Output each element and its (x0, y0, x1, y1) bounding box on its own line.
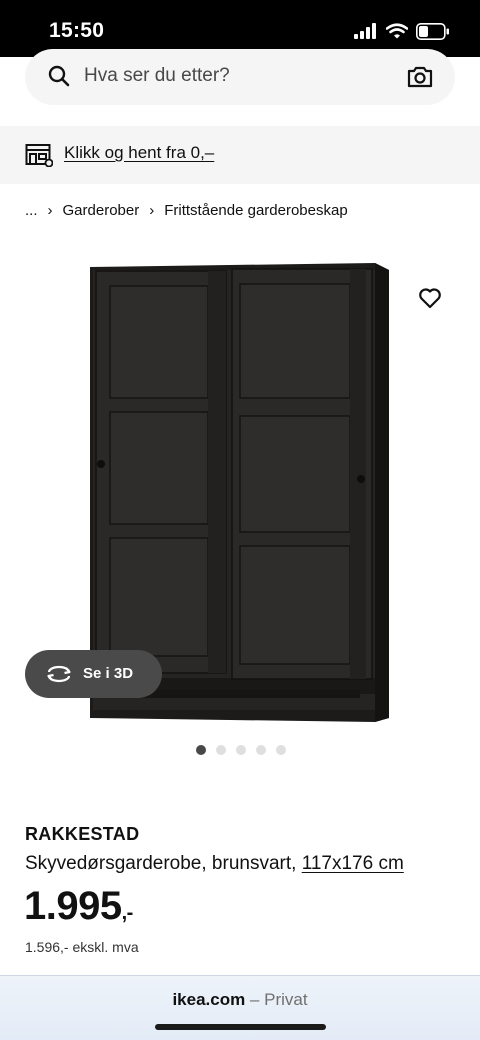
status-icons (354, 22, 450, 40)
search-input[interactable]: Hva ser du etter? (25, 49, 455, 105)
price-excl-vat: 1.596,- ekskl. mva (25, 939, 139, 955)
heart-icon[interactable] (418, 287, 442, 309)
image-carousel-indicator (196, 745, 286, 755)
breadcrumb-ellipsis[interactable]: ... (25, 202, 38, 219)
search-placeholder: Hva ser du etter? (84, 65, 230, 86)
product-name: RAKKESTAD (25, 824, 140, 844)
product-price: 1.995,- (24, 884, 133, 929)
browser-address-bar[interactable]: ikea.com – Privat (0, 975, 480, 1040)
status-time: 15:50 (49, 19, 105, 42)
carousel-dot[interactable] (276, 745, 286, 755)
breadcrumb: ... › Garderober › Frittstående garderob… (25, 202, 348, 219)
chevron-right-icon: › (47, 202, 53, 219)
click-and-collect-link[interactable]: Klikk og hent fra 0,– (64, 143, 214, 163)
private-mode-label: – Privat (245, 990, 308, 1009)
carousel-dot[interactable] (196, 745, 206, 755)
address-text: ikea.com – Privat (0, 990, 480, 1010)
product-size-link[interactable]: 117x176 cm (302, 853, 404, 874)
product-type: Skyvedørsgarderobe, brunsvart, (25, 853, 297, 874)
carousel-dot[interactable] (236, 745, 246, 755)
breadcrumb-item-wardrobes[interactable]: Garderober (63, 202, 140, 219)
carousel-dot[interactable] (216, 745, 226, 755)
carousel-dot[interactable] (256, 745, 266, 755)
home-indicator[interactable] (155, 1024, 326, 1030)
product-description: Skyvedørsgarderobe, brunsvart, 117x176 c… (25, 853, 404, 875)
store-icon (25, 144, 53, 167)
cellular-signal-icon (354, 23, 376, 39)
battery-icon (416, 22, 449, 40)
camera-icon[interactable] (407, 65, 433, 89)
chevron-right-icon: › (149, 202, 155, 219)
price-value: 1.995 (24, 884, 122, 928)
rotate-3d-icon (47, 665, 71, 683)
price-suffix: ,- (121, 902, 134, 924)
url-domain: ikea.com (172, 990, 246, 1009)
breadcrumb-item-freestanding-wardrobes[interactable]: Frittstående garderobeskap (164, 202, 347, 219)
click-and-collect-banner[interactable]: Klikk og hent fra 0,– (0, 126, 480, 184)
search-icon (48, 65, 70, 87)
wifi-icon (386, 23, 408, 39)
view-in-3d-button[interactable]: Se i 3D (25, 650, 162, 698)
view-in-3d-label: Se i 3D (83, 665, 134, 682)
